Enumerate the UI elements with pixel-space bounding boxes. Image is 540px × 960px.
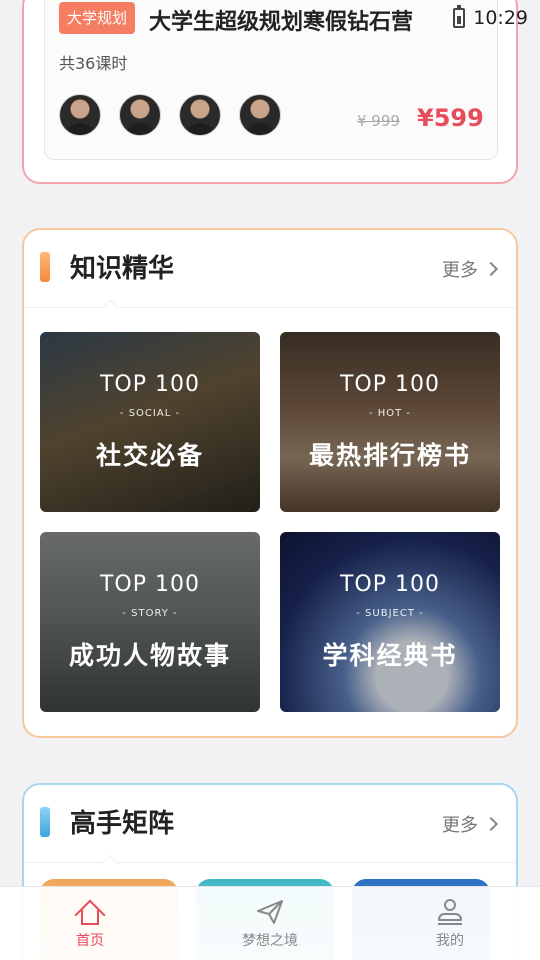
- clock-time: 10:29: [473, 7, 528, 29]
- nav-label: 我的: [436, 932, 464, 949]
- course-card-content[interactable]: 大学规划 大学生超级规划寒假钻石营 共36课时 ¥ 999 ¥599: [44, 0, 498, 160]
- tile-story[interactable]: TOP 100 - STORY - 成功人物故事: [40, 532, 260, 712]
- nav-profile[interactable]: 我的: [360, 887, 540, 960]
- instructor-avatar[interactable]: [59, 94, 101, 136]
- header-notch: [101, 299, 119, 317]
- section-title: 高手矩阵: [70, 809, 175, 839]
- instructor-avatar[interactable]: [119, 94, 161, 136]
- nav-dream[interactable]: 梦想之境: [180, 887, 360, 960]
- sale-price: ¥599: [417, 104, 484, 132]
- tile-label: 成功人物故事: [68, 641, 231, 670]
- tile-sub: - SUBJECT -: [356, 608, 424, 619]
- tile-sub: - STORY -: [122, 608, 178, 619]
- tile-sub: - SOCIAL -: [119, 408, 181, 419]
- tile-sub: - HOT -: [368, 408, 412, 419]
- battery-icon: [453, 5, 466, 28]
- tile-hot[interactable]: TOP 100 - HOT - 最热排行榜书: [280, 332, 500, 512]
- course-card[interactable]: 大学规划 大学生超级规划寒假钻石营 共36课时 ¥ 999 ¥599: [22, 0, 518, 184]
- section-title: 知识精华: [70, 254, 175, 284]
- nav-home[interactable]: 首页: [0, 887, 180, 960]
- knowledge-grid: TOP 100 - SOCIAL - 社交必备 TOP 100 - HOT - …: [40, 332, 500, 712]
- tile-label: 社交必备: [95, 441, 204, 470]
- nav-label: 首页: [76, 932, 104, 949]
- user-icon: [435, 898, 465, 926]
- instructor-avatars: [59, 94, 281, 136]
- section-accent-bar: [40, 807, 50, 837]
- more-label: 更多: [442, 815, 478, 836]
- knowledge-section: 知识精华 更多 TOP 100 - SOCIAL - 社交必备 TOP 100 …: [22, 228, 518, 738]
- course-lessons: 共36课时: [59, 54, 128, 73]
- status-bar: 10:29: [453, 0, 540, 36]
- section-header: 高手矩阵 更多: [24, 785, 516, 872]
- tile-label: 最热排行榜书: [308, 441, 471, 470]
- instructor-avatar[interactable]: [179, 94, 221, 136]
- bottom-navigation: 首页 梦想之境 我的: [0, 886, 540, 960]
- chevron-right-icon: [483, 261, 499, 277]
- tile-top: TOP 100: [339, 372, 440, 397]
- section-accent-bar: [40, 252, 50, 282]
- more-link[interactable]: 更多: [442, 256, 499, 282]
- tile-top: TOP 100: [99, 372, 200, 397]
- paper-plane-icon: [257, 899, 283, 924]
- chevron-right-icon: [483, 816, 499, 832]
- tile-subject[interactable]: TOP 100 - SUBJECT - 学科经典书: [280, 532, 500, 712]
- more-link[interactable]: 更多: [442, 811, 499, 837]
- course-tag: 大学规划: [59, 2, 136, 34]
- section-header: 知识精华 更多: [24, 230, 516, 317]
- tile-social[interactable]: TOP 100 - SOCIAL - 社交必备: [40, 332, 260, 512]
- header-notch: [101, 854, 119, 872]
- course-title[interactable]: 大学生超级规划寒假钻石营: [149, 4, 413, 36]
- more-label: 更多: [442, 260, 478, 281]
- nav-label: 梦想之境: [242, 932, 298, 949]
- instructor-avatar[interactable]: [239, 94, 281, 136]
- tile-top: TOP 100: [99, 572, 200, 597]
- original-price: ¥ 999: [357, 112, 400, 130]
- home-icon: [74, 898, 106, 931]
- tile-top: TOP 100: [339, 572, 440, 597]
- tile-label: 学科经典书: [322, 641, 458, 670]
